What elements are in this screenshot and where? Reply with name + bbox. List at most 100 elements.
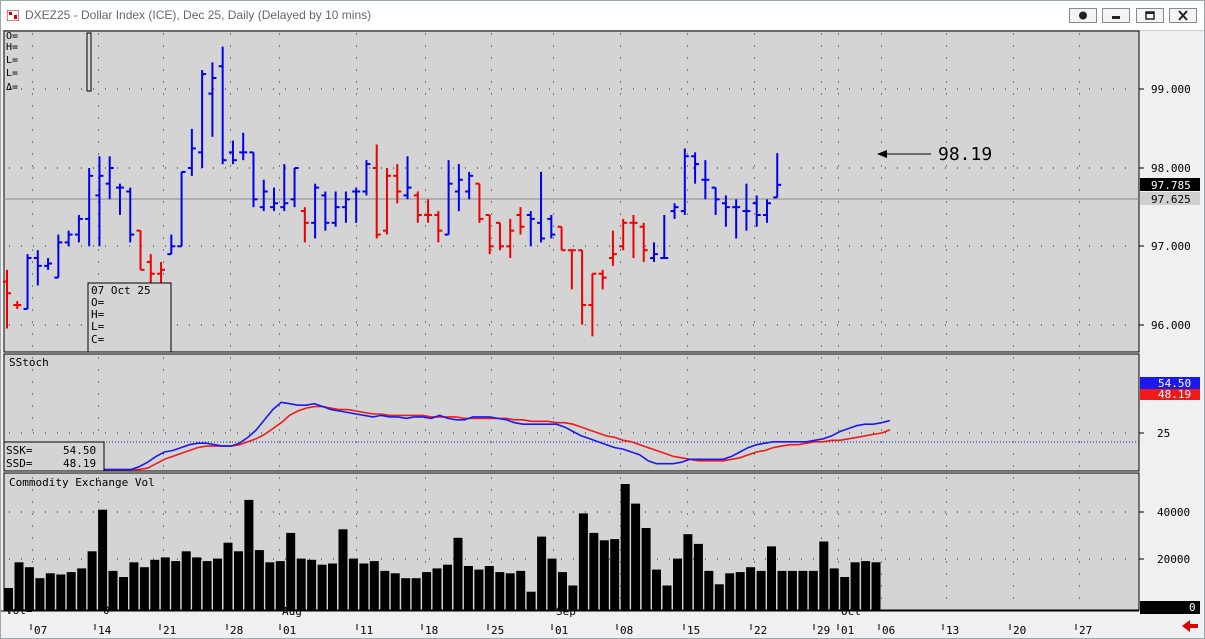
volume-bar <box>348 558 358 610</box>
volume-bar <box>463 566 473 610</box>
volume-bar <box>160 557 170 610</box>
minimize-button[interactable] <box>1102 8 1130 23</box>
volume-title: Commodity Exchange Vol <box>9 476 155 489</box>
volume-bar <box>213 558 222 610</box>
volume-bar <box>234 551 243 610</box>
day-label: 15 <box>687 624 700 637</box>
day-label: 27 <box>1079 624 1092 637</box>
close-button[interactable] <box>1169 8 1197 23</box>
day-label: 21 <box>163 624 176 637</box>
volume-bar <box>474 569 484 610</box>
volume-bar <box>443 564 452 610</box>
record-dot-icon <box>1079 11 1087 20</box>
volume-bar <box>641 528 651 610</box>
volume-bar <box>317 564 327 610</box>
volume-bar <box>819 541 829 610</box>
volume-bar <box>87 551 97 610</box>
vol-tick-20000: 20000 <box>1157 553 1190 566</box>
ssd-label: SSD= <box>6 457 33 470</box>
volume-bar <box>307 559 317 610</box>
price-tick-98: 98.000 <box>1151 162 1191 175</box>
volume-bar <box>683 534 693 610</box>
stoch-panel[interactable] <box>3 353 1140 472</box>
price-panel[interactable] <box>3 30 1140 353</box>
day-label: 01 <box>841 624 854 637</box>
day-label: 01 <box>555 624 568 637</box>
vol-label: Vol= <box>6 604 33 617</box>
day-label: 25 <box>491 624 504 637</box>
volume-bar <box>192 557 202 610</box>
title-bar: DXEZ25 - Dollar Index (ICE), Dec 25, Dai… <box>1 1 1204 31</box>
chart-app-icon <box>7 10 19 21</box>
volume-bar <box>129 562 139 610</box>
scroll-left-button[interactable] <box>1177 617 1201 635</box>
volume-bar <box>244 499 254 610</box>
close-icon <box>1178 10 1188 21</box>
volume-bar <box>328 563 337 610</box>
volume-bar <box>338 529 348 610</box>
volume-bar <box>850 562 860 610</box>
restore-button[interactable] <box>1136 8 1164 23</box>
volume-bar <box>286 532 296 610</box>
volume-bar <box>756 570 766 610</box>
volume-bar <box>66 572 76 610</box>
current-price-label: 97.785 <box>1151 179 1191 192</box>
volume-bar <box>505 573 515 610</box>
day-label: 18 <box>425 624 438 637</box>
readout-high: H= <box>6 42 18 53</box>
volume-bar <box>725 573 735 610</box>
window-title: DXEZ25 - Dollar Index (ICE), Dec 25, Dai… <box>25 8 372 22</box>
volume-bar <box>411 578 421 610</box>
volume-bar <box>861 561 871 610</box>
readout-open: O= <box>6 31 18 42</box>
volume-bar <box>202 561 212 610</box>
volume-bar <box>369 561 379 610</box>
volume-bar <box>275 561 285 610</box>
stoch-tick-25: 25 <box>1157 427 1170 440</box>
hover-data-box: 07 Oct 25 O= H= L= C= <box>87 282 172 353</box>
ssd-value: 48.19 <box>63 457 96 470</box>
volume-bar <box>871 562 881 610</box>
day-label: 14 <box>98 624 112 637</box>
volume-bar <box>108 570 118 610</box>
volume-bar <box>714 584 724 610</box>
ohlc-readout: O= H= L= L= Δ= <box>6 31 18 93</box>
day-label: 29 <box>817 624 830 637</box>
hover-close: C= <box>91 333 105 346</box>
price-tick-96: 96.000 <box>1151 319 1191 332</box>
volume-bar <box>526 591 536 610</box>
link-button[interactable] <box>1069 8 1097 23</box>
volume-bar <box>620 484 630 610</box>
volume-bar <box>432 568 442 610</box>
day-label: 13 <box>946 624 959 637</box>
month-label-aug: Aug <box>282 605 302 618</box>
volume-bar <box>150 559 160 610</box>
volume-bar <box>45 573 55 610</box>
readout-bar-marker <box>86 32 92 92</box>
volume-bar <box>610 539 620 610</box>
day-label: 11 <box>360 624 373 637</box>
volume-bar <box>693 543 703 610</box>
restore-icon <box>1145 11 1155 20</box>
volume-bar <box>787 570 797 610</box>
hover-low: L= <box>91 320 105 333</box>
volume-bar <box>704 570 714 610</box>
minimize-icon <box>1112 16 1120 19</box>
day-label: 07 <box>34 624 47 637</box>
volume-bar <box>14 562 24 610</box>
volume-bar <box>547 558 557 610</box>
volume-bar <box>631 503 641 610</box>
ssk-label: SSK= <box>6 444 33 457</box>
volume-bar <box>171 561 181 610</box>
month-label-sep: Sep <box>556 605 576 618</box>
volume-bar <box>777 570 787 610</box>
volume-bar <box>578 513 588 610</box>
volume-bar <box>673 558 682 610</box>
volume-bar <box>401 578 411 610</box>
volume-bar <box>77 568 87 610</box>
day-label: 08 <box>620 624 633 637</box>
volume-bar <box>662 585 672 610</box>
volume-bar <box>599 540 609 610</box>
volume-bar <box>359 563 369 610</box>
readout-low: L= <box>6 55 18 66</box>
